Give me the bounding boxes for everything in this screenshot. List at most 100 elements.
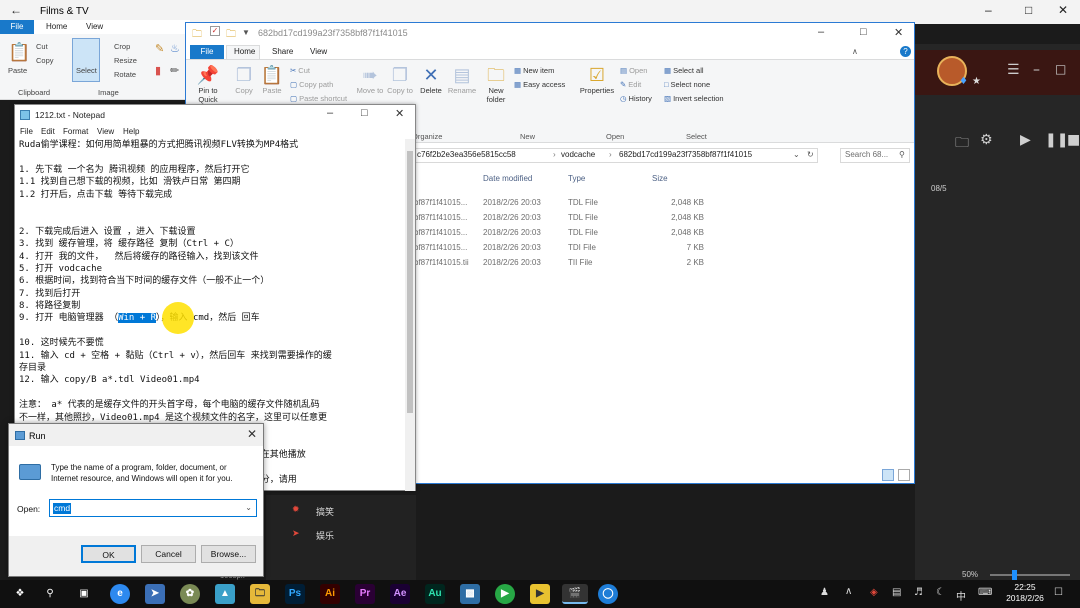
browse-button[interactable]: Browse...: [201, 545, 256, 563]
address-part-3[interactable]: 682bd17cd199a23f7358bf87f1f41015: [619, 150, 752, 159]
pencil-icon[interactable]: ✎: [155, 42, 164, 55]
play-icon[interactable]: ▶: [1020, 132, 1031, 148]
minimize-icon[interactable]: –: [985, 3, 992, 17]
app-icon[interactable]: ▩: [460, 584, 480, 604]
taskbar-app-au[interactable]: Au: [425, 584, 445, 604]
large-icons-view-icon[interactable]: [898, 469, 910, 481]
pause-icon[interactable]: ❚❚: [1045, 132, 1068, 148]
edit-button[interactable]: ✎ Edit: [620, 80, 641, 89]
notepad-minimize-icon[interactable]: –: [327, 107, 333, 119]
explorer-tab-view[interactable]: View: [310, 47, 327, 56]
details-view-icon[interactable]: [882, 469, 894, 481]
taskbar-app-ps[interactable]: Ps: [285, 584, 305, 604]
eraser-icon[interactable]: ▮: [155, 64, 161, 77]
table-row[interactable]: bf87f1f41015.tii 2018/2/26 20:03 TII File 2…: [414, 256, 704, 271]
column-type[interactable]: Type: [568, 174, 585, 183]
settings-icon[interactable]: ⚙: [980, 132, 993, 148]
stop-icon[interactable]: ■: [1067, 132, 1080, 148]
paint-tab-view[interactable]: View: [86, 22, 103, 31]
paint-select-box[interactable]: [72, 38, 100, 82]
player-maximize-icon[interactable]: □: [1055, 62, 1066, 76]
cut-button[interactable]: ✂ Cut: [290, 66, 310, 75]
address-part-2[interactable]: vodcache: [561, 150, 595, 159]
fill-icon[interactable]: ♨: [170, 42, 180, 55]
paint-rotate[interactable]: Rotate: [114, 70, 136, 79]
scrollbar-thumb[interactable]: [407, 151, 413, 413]
quick-access-dropdown-icon[interactable]: ▼: [242, 28, 250, 37]
clock[interactable]: 22:25 2018/2/26: [1000, 582, 1050, 604]
rename-button[interactable]: ▤ Rename: [446, 64, 478, 95]
menu-view[interactable]: View: [97, 127, 114, 136]
explorer-minimize-icon[interactable]: –: [818, 26, 824, 38]
paint-crop[interactable]: Crop: [114, 42, 130, 51]
table-row[interactable]: bf87f1f41015... 2018/2/26 20:03 TDL File 2,…: [414, 196, 704, 211]
keyboard-icon[interactable]: ⌨: [978, 587, 992, 598]
paint-resize[interactable]: Resize: [114, 56, 137, 65]
app-icon[interactable]: ◯: [598, 584, 618, 604]
run-close-icon[interactable]: ✕: [247, 427, 257, 441]
address-part-1[interactable]: c76f2b2e3ea356e5815cc58: [417, 150, 516, 159]
search-input[interactable]: Search 68... ⚲: [840, 148, 910, 163]
file-explorer-icon[interactable]: 🗀: [250, 584, 270, 604]
app-icon[interactable]: ➤: [145, 584, 165, 604]
delete-button[interactable]: ✕ Delete: [416, 64, 446, 95]
menu-help[interactable]: Help: [123, 127, 139, 136]
invert-selection-button[interactable]: ▧ Invert selection: [664, 94, 724, 103]
paste-icon[interactable]: 📋: [8, 42, 30, 63]
paste-shortcut-button[interactable]: ▢ Paste shortcut: [290, 94, 347, 103]
paint-select[interactable]: Select: [76, 66, 97, 75]
close-icon[interactable]: ✕: [1058, 3, 1068, 17]
explorer-close-icon[interactable]: ✕: [894, 26, 903, 39]
history-button[interactable]: ◷ History: [620, 94, 652, 103]
explorer-tab-share[interactable]: Share: [272, 47, 293, 56]
easy-access-button[interactable]: ▦ Easy access: [514, 80, 565, 89]
ok-button[interactable]: OK: [81, 545, 136, 563]
task-view-icon[interactable]: ▣: [74, 584, 94, 604]
app-icon[interactable]: ▲: [215, 584, 235, 604]
security-icon[interactable]: ◈: [870, 587, 878, 598]
table-row[interactable]: bf87f1f41015... 2018/2/26 20:03 TDI File 7 …: [414, 241, 704, 256]
player-minimize-icon[interactable]: –: [1033, 62, 1040, 78]
refresh-icon[interactable]: ↻: [807, 150, 814, 159]
copy-path-button[interactable]: ▢ Copy path: [290, 80, 333, 89]
films-tv-taskbar-icon[interactable]: 🎬: [562, 584, 588, 604]
chevron-down-icon[interactable]: ⌄: [793, 150, 800, 159]
paint-cut[interactable]: Cut: [36, 42, 48, 51]
app-icon[interactable]: ▶: [530, 584, 550, 604]
paint-paste[interactable]: Paste: [8, 66, 27, 75]
app-icon[interactable]: ▶: [495, 584, 515, 604]
chevron-up-icon[interactable]: ∧: [845, 586, 852, 597]
copy-to-button[interactable]: ❐ Copy to: [386, 64, 414, 95]
help-icon[interactable]: ?: [900, 46, 911, 57]
start-icon[interactable]: ❖: [10, 584, 30, 604]
notepad-maximize-icon[interactable]: □: [361, 107, 368, 119]
explorer-maximize-icon[interactable]: □: [860, 26, 867, 38]
paint-copy[interactable]: Copy: [36, 56, 54, 65]
select-all-button[interactable]: ▦ Select all: [664, 66, 704, 75]
paint-tab-file[interactable]: File: [0, 20, 34, 34]
explorer-tab-home[interactable]: Home: [234, 47, 255, 56]
app-icon[interactable]: ✿: [180, 584, 200, 604]
chevron-down-icon[interactable]: ⌄: [245, 503, 252, 512]
explorer-tab-file[interactable]: File: [190, 45, 224, 59]
notepad-close-icon[interactable]: ✕: [395, 107, 404, 120]
search-icon[interactable]: ⚲: [40, 584, 60, 604]
paint-tab-home[interactable]: Home: [46, 22, 67, 31]
copy-button[interactable]: ❐ Copy: [230, 64, 258, 95]
paste-button[interactable]: 📋 Paste: [258, 64, 286, 95]
taskbar-app-ae[interactable]: Ae: [390, 584, 410, 604]
menu-file[interactable]: File: [20, 127, 33, 136]
volume-icon[interactable]: ♬: [914, 587, 923, 598]
menu-edit[interactable]: Edit: [41, 127, 55, 136]
new-folder-button[interactable]: 🗀 New folder: [482, 64, 510, 104]
open-input[interactable]: cmd ⌄: [49, 499, 257, 517]
color-picker-icon[interactable]: ✏: [170, 64, 179, 77]
cancel-button[interactable]: Cancel: [141, 545, 196, 563]
back-arrow-icon[interactable]: ←: [10, 3, 22, 17]
notepad-scrollbar[interactable]: [405, 139, 415, 491]
zoom-slider[interactable]: [990, 574, 1070, 576]
menu-icon[interactable]: ☰: [1007, 62, 1020, 78]
move-to-button[interactable]: ➠ Move to: [356, 64, 384, 95]
properties-button[interactable]: ☑ Properties: [578, 64, 616, 95]
taskbar-app-pr[interactable]: Pr: [355, 584, 375, 604]
